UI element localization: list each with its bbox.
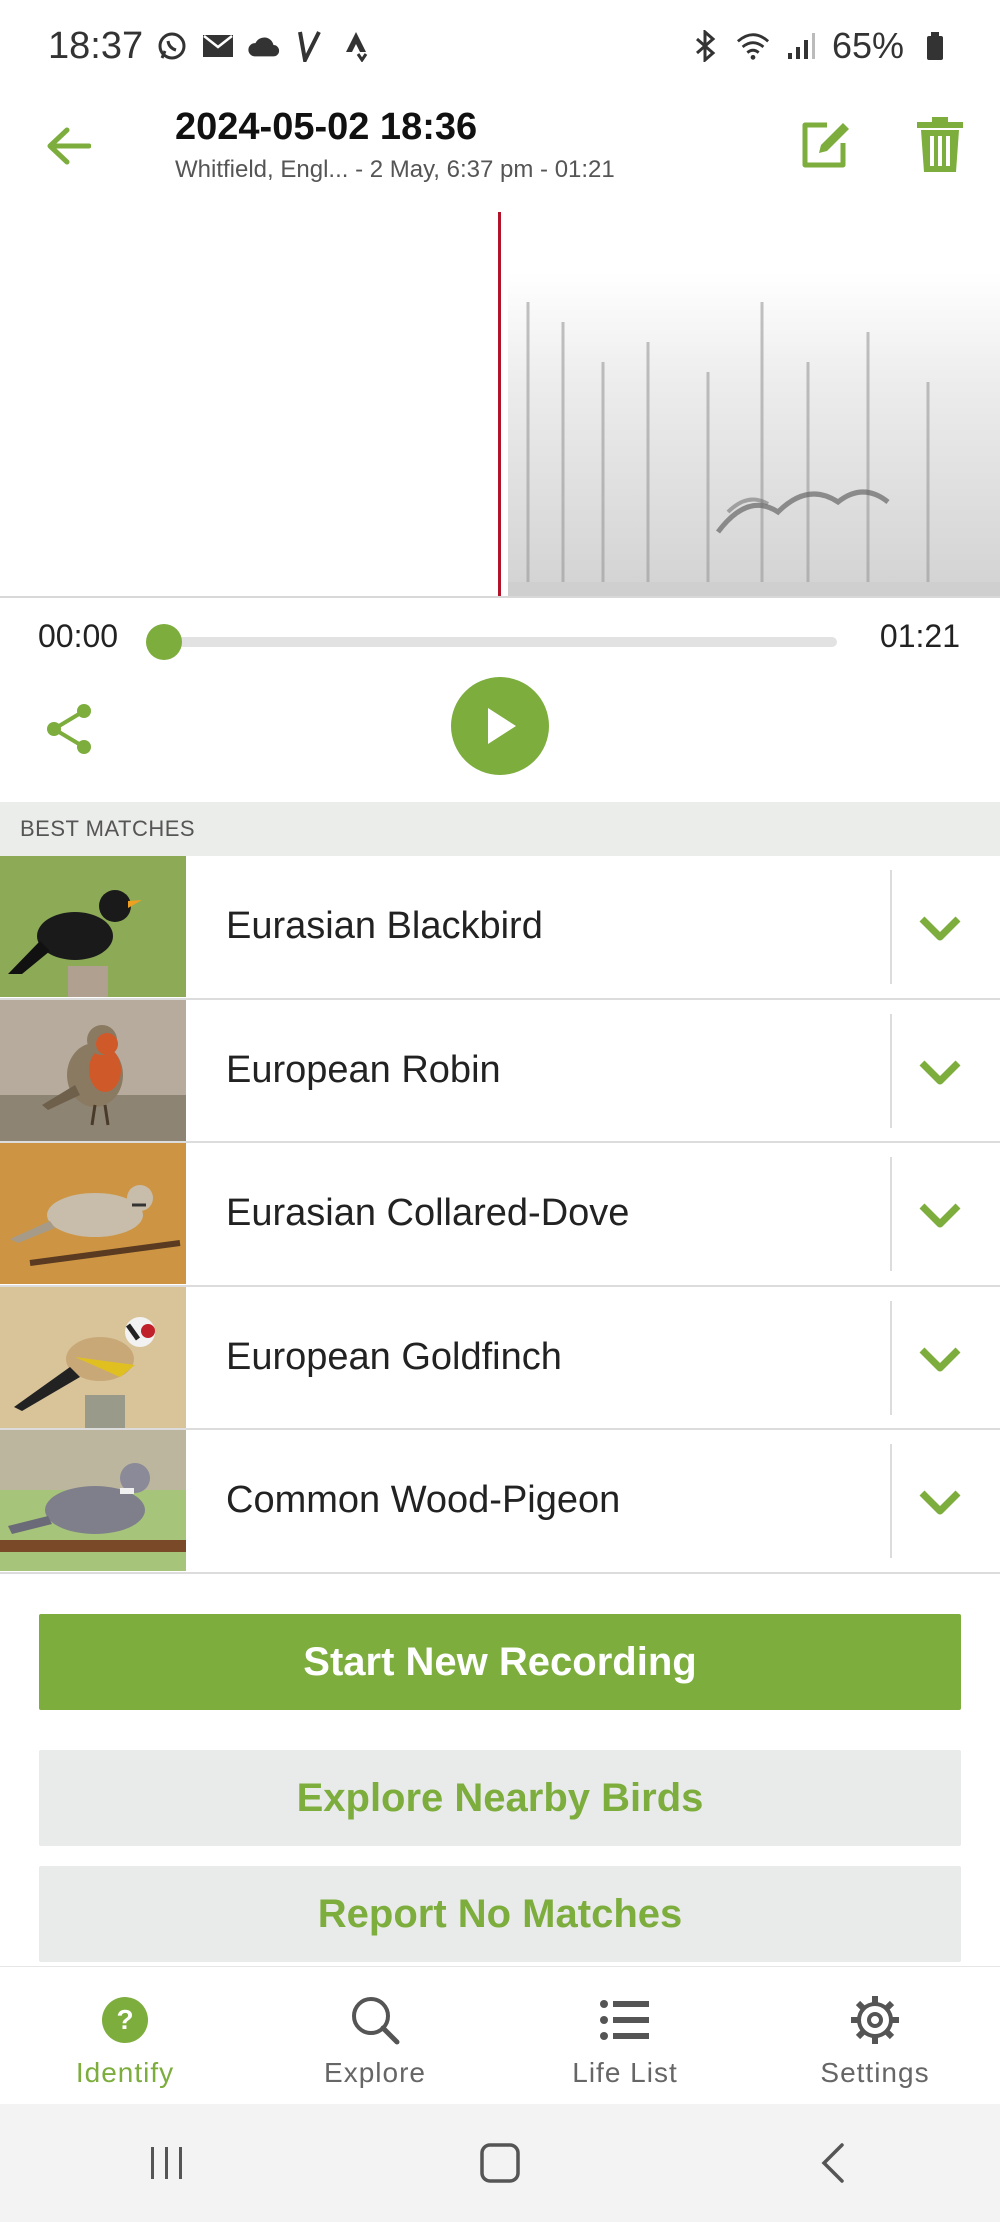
gear-icon (848, 1993, 902, 2047)
expand-button[interactable] (908, 896, 972, 960)
match-item[interactable]: Common Wood-Pigeon (0, 1430, 1000, 1574)
current-time: 00:00 (38, 618, 119, 654)
chevron-down-icon (919, 1490, 961, 1515)
blackbird-photo (0, 856, 186, 998)
share-icon (47, 704, 91, 754)
expand-button[interactable] (908, 1327, 972, 1391)
match-item[interactable]: European Robin (0, 999, 1000, 1143)
explore-nearby-button[interactable]: Explore Nearby Birds (39, 1750, 961, 1846)
progress-knob[interactable] (146, 624, 182, 660)
bottom-navigation: ? Identify Explore Life List Settings (0, 1966, 1000, 2104)
collared-dove-photo (0, 1143, 186, 1285)
spectrogram-image (508, 272, 1000, 596)
species-name: Common Wood-Pigeon (226, 1479, 621, 1522)
recording-title: 2024-05-02 18:36 (175, 106, 478, 148)
share-button[interactable] (40, 700, 98, 758)
nav-life-list[interactable]: Life List (500, 1967, 750, 2104)
nav-label: Explore (324, 2057, 426, 2088)
system-navigation-bar (0, 2104, 1000, 2222)
chevron-down-icon (919, 1060, 961, 1084)
cloud-icon (247, 29, 281, 63)
nav-explore[interactable]: Explore (250, 1967, 500, 2104)
list-icon (598, 1993, 652, 2047)
recents-icon (150, 2147, 182, 2179)
row-divider (890, 1013, 892, 1128)
playhead[interactable] (498, 212, 501, 596)
delete-button[interactable] (905, 110, 975, 180)
recording-subtitle: Whitfield, Engl... - 2 May, 6:37 pm - 01… (175, 156, 615, 183)
home-button[interactable] (460, 2123, 540, 2203)
best-matches-list: Eurasian Blackbird European Robin Eurasi… (0, 856, 1000, 1574)
chevron-down-icon (919, 1347, 961, 1371)
progress-track[interactable] (160, 637, 837, 647)
v-app-icon (293, 29, 327, 63)
system-icons: 65% (688, 25, 952, 67)
system-back-button[interactable] (793, 2123, 873, 2203)
notification-icons (155, 29, 373, 63)
row-divider (890, 870, 892, 984)
row-divider (890, 1157, 892, 1271)
battery-icon (918, 29, 952, 63)
expand-button[interactable] (908, 1470, 972, 1534)
status-time: 18:37 (48, 24, 144, 67)
duration: 01:21 (879, 618, 960, 654)
signal-icon (784, 29, 818, 63)
chevron-down-icon (919, 916, 961, 941)
play-icon (488, 708, 516, 744)
playback-scrubber: 00:00 01:21 (0, 600, 1000, 676)
match-item[interactable]: Eurasian Blackbird (0, 856, 1000, 1000)
chevron-left-icon (821, 2143, 845, 2183)
nav-label: Life List (572, 2057, 678, 2088)
battery-percent: 65% (831, 25, 904, 66)
back-button[interactable] (36, 114, 100, 178)
home-icon (480, 2143, 520, 2183)
expand-button[interactable] (908, 1183, 972, 1247)
edit-icon (802, 122, 849, 168)
row-divider (890, 1444, 892, 1558)
nav-label: Identify (75, 2057, 175, 2088)
search-icon (348, 1993, 402, 2047)
match-item[interactable]: European Goldfinch (0, 1286, 1000, 1430)
whatsapp-icon (155, 29, 189, 63)
nav-settings[interactable]: Settings (750, 1967, 1000, 2104)
wood-pigeon-photo (0, 1430, 186, 1572)
start-recording-button[interactable]: Start New Recording (39, 1614, 961, 1710)
play-button[interactable] (451, 677, 549, 775)
chevron-down-icon (919, 1203, 961, 1228)
species-name: European Goldfinch (226, 1335, 562, 1378)
spectrogram[interactable] (0, 212, 1000, 598)
identify-icon: ? (98, 1993, 152, 2047)
bluetooth-icon (688, 29, 722, 63)
wifi-icon (736, 29, 770, 63)
svg-text:?: ? (116, 2004, 133, 2035)
nav-label: Settings (820, 2057, 930, 2088)
mail-icon (201, 29, 235, 63)
match-item[interactable]: Eurasian Collared-Dove (0, 1143, 1000, 1287)
edit-button[interactable] (790, 110, 860, 180)
recents-button[interactable] (127, 2123, 207, 2203)
robin-photo (0, 999, 186, 1141)
best-matches-heading: BEST MATCHES (0, 802, 1000, 856)
report-no-matches-button[interactable]: Report No Matches (39, 1866, 961, 1962)
row-divider (890, 1300, 892, 1415)
species-name: Eurasian Blackbird (226, 905, 543, 948)
species-name: Eurasian Collared-Dove (226, 1192, 630, 1235)
nav-identify[interactable]: ? Identify (0, 1967, 250, 2104)
strava-icon (339, 29, 373, 63)
expand-button[interactable] (908, 1040, 972, 1104)
playback-controls (0, 676, 1000, 802)
trash-icon (917, 117, 963, 172)
arrow-left-icon (47, 127, 91, 165)
status-bar: 18:37 65% (0, 0, 1000, 92)
species-name: European Robin (226, 1048, 501, 1091)
goldfinch-photo (0, 1286, 186, 1428)
recording-header: 2024-05-02 18:36 Whitfield, Engl... - 2 … (0, 92, 1000, 212)
